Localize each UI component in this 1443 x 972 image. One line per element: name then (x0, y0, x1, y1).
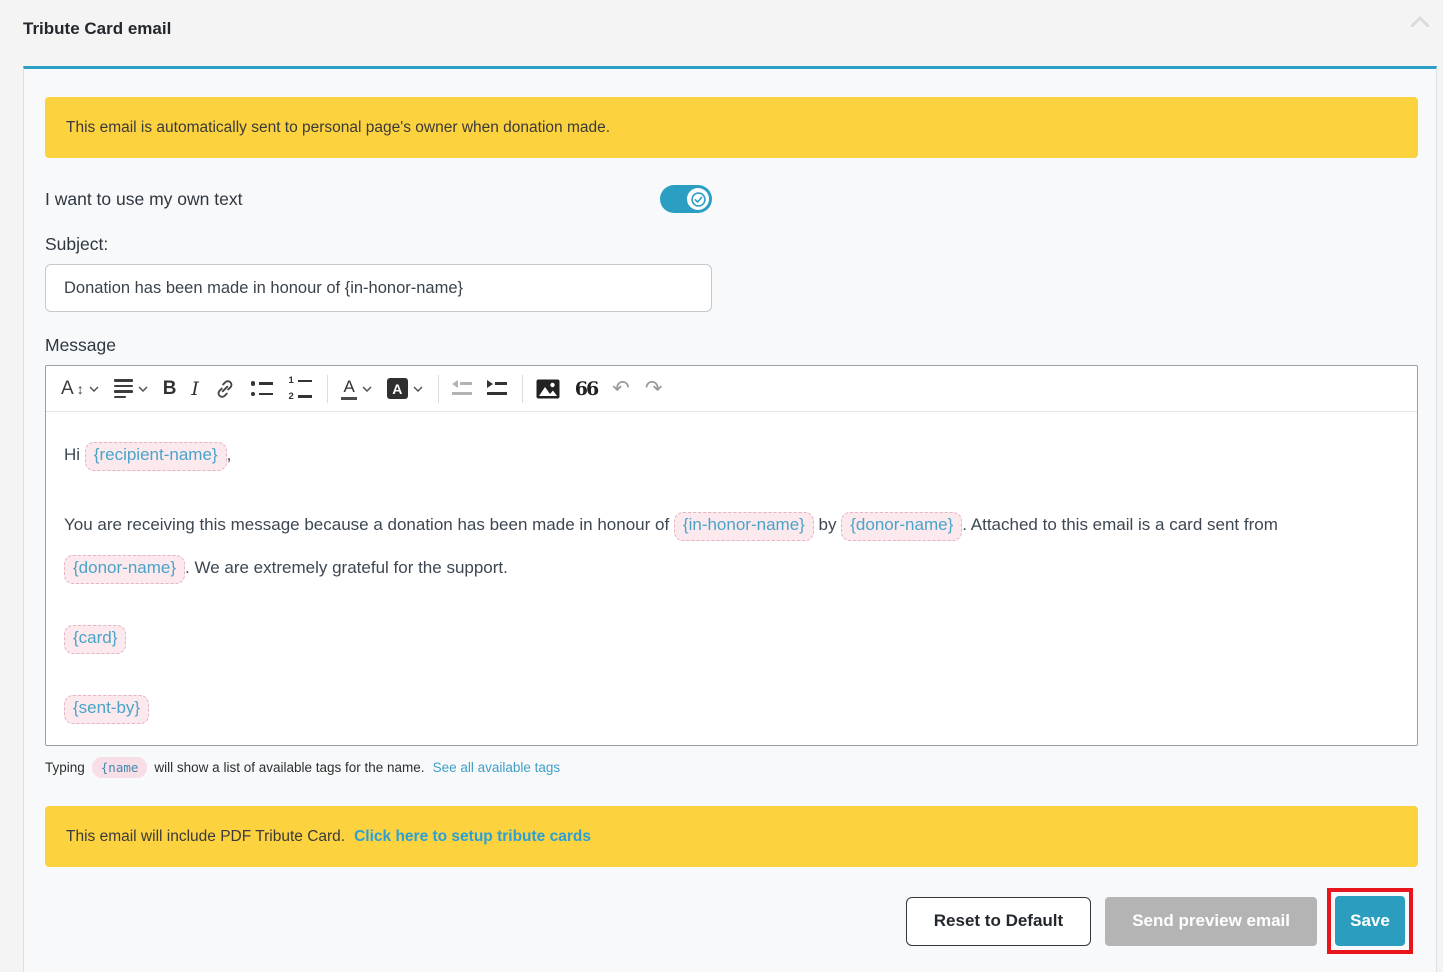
tags-hint-text: will show a list of available tags for t… (154, 760, 424, 775)
own-text-row: I want to use my own text (45, 185, 712, 213)
chevron-up-icon[interactable] (1411, 14, 1429, 32)
sent-by-line: {sent-by} (64, 686, 1399, 729)
in-honor-name-tag[interactable]: {in-honor-name} (674, 512, 814, 541)
bold-icon: B (163, 378, 177, 400)
save-button-highlight-box: Save (1327, 888, 1413, 954)
toolbar-separator (522, 375, 523, 403)
insert-image-button[interactable] (536, 379, 560, 399)
font-size-button[interactable]: A↕ (61, 378, 99, 400)
tags-hint: Typing {name will show a list of availab… (45, 757, 1416, 778)
body-paragraph: You are receiving this message because a… (64, 503, 1399, 589)
indent-button[interactable] (487, 382, 507, 395)
recipient-name-tag[interactable]: {recipient-name} (85, 442, 227, 471)
toolbar-separator (438, 375, 439, 403)
send-preview-email-button[interactable]: Send preview email (1105, 897, 1317, 946)
text-align-button[interactable] (114, 379, 148, 398)
info-banner-bottom-text: This email will include PDF Tribute Card… (66, 828, 345, 846)
ordered-list-icon: 1 2 (288, 376, 312, 401)
blockquote-icon: 66 (575, 378, 597, 400)
message-editor: A↕ B I (45, 365, 1418, 746)
background-color-button[interactable]: A (387, 378, 423, 399)
bold-button[interactable]: B (163, 378, 177, 400)
toggle-knob-check-icon (687, 188, 709, 210)
font-size-arrows-icon: ↕ (77, 381, 84, 397)
reset-to-default-button[interactable]: Reset to Default (906, 897, 1091, 946)
outdent-button[interactable] (452, 382, 472, 395)
toolbar-separator (327, 375, 328, 403)
background-color-icon: A (387, 378, 408, 399)
italic-button[interactable]: I (191, 378, 199, 400)
undo-icon: ↶ (612, 378, 630, 399)
text-color-button[interactable]: A (341, 378, 371, 400)
info-banner-top-text: This email is automatically sent to pers… (66, 119, 610, 137)
tags-hint-prefix: Typing (45, 760, 85, 775)
image-icon (536, 379, 560, 399)
chevron-down-icon (89, 386, 99, 392)
text-color-icon: A (341, 378, 356, 400)
align-left-icon (114, 379, 133, 398)
card-tag[interactable]: {card} (64, 625, 126, 654)
message-label: Message (45, 335, 1416, 356)
tribute-card-email-panel: This email is automatically sent to pers… (23, 66, 1437, 972)
card-line: {card} (64, 616, 1399, 659)
redo-icon: ↷ (645, 378, 663, 399)
subject-label: Subject: (45, 234, 1416, 255)
name-tag-sample: {name (92, 757, 148, 778)
donor-name-tag[interactable]: {donor-name} (841, 512, 962, 541)
donor-name-tag[interactable]: {donor-name} (64, 555, 185, 584)
link-icon (214, 378, 236, 400)
blockquote-button[interactable]: 66 (575, 378, 597, 400)
editor-toolbar: A↕ B I (46, 366, 1417, 412)
own-text-toggle[interactable] (660, 185, 712, 213)
save-button[interactable]: Save (1335, 896, 1405, 946)
italic-icon: I (191, 378, 199, 400)
chevron-down-icon (138, 386, 148, 392)
outdent-icon (452, 382, 472, 395)
subject-input[interactable] (45, 264, 712, 312)
indent-icon (487, 382, 507, 395)
ordered-list-button[interactable]: 1 2 (288, 376, 312, 401)
info-banner-top: This email is automatically sent to pers… (45, 97, 1418, 158)
undo-button[interactable]: ↶ (612, 378, 630, 399)
bullet-list-icon (251, 381, 274, 396)
greeting-line: Hi {recipient-name}, (64, 433, 1399, 476)
sent-by-tag[interactable]: {sent-by} (64, 695, 149, 724)
see-all-tags-link[interactable]: See all available tags (433, 760, 561, 775)
setup-tribute-cards-link[interactable]: Click here to setup tribute cards (354, 828, 591, 846)
chevron-down-icon (413, 386, 423, 392)
font-size-icon: A (61, 378, 74, 400)
bullet-list-button[interactable] (251, 381, 274, 396)
own-text-label: I want to use my own text (45, 189, 242, 210)
info-banner-bottom: This email will include PDF Tribute Card… (45, 806, 1418, 867)
link-button[interactable] (214, 378, 236, 400)
message-body-editor[interactable]: Hi {recipient-name}, You are receiving t… (46, 412, 1417, 745)
redo-button[interactable]: ↷ (645, 378, 663, 399)
page-title: Tribute Card email (23, 19, 171, 39)
chevron-down-icon (362, 386, 372, 392)
actions-row: Reset to Default Send preview email Save (45, 888, 1418, 954)
